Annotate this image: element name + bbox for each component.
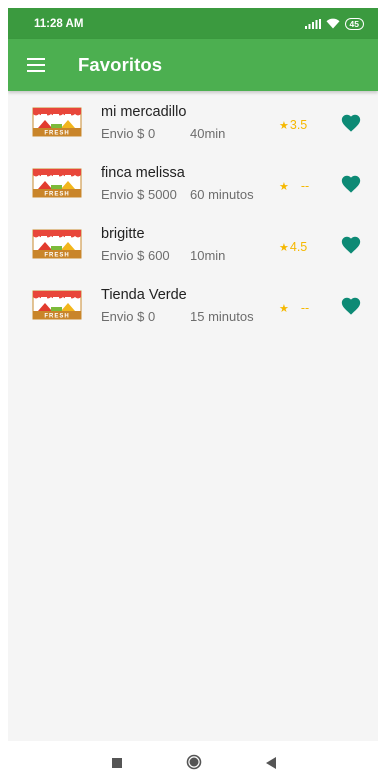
- rating: ★ 3.5: [279, 118, 307, 132]
- rating-value: 3.5: [289, 118, 308, 132]
- delivery-time: 60 minutos: [190, 187, 254, 202]
- list-item[interactable]: FRESH brigitte Envio $ 600 10min ★ 4.5: [8, 218, 378, 279]
- store-meta: Envio $ 5000 60 minutos: [101, 187, 254, 203]
- svg-text:FRESH: FRESH: [44, 131, 69, 137]
- page-title: Favoritos: [78, 54, 163, 75]
- rating: ★ --: [279, 179, 309, 193]
- store-name: Tienda Verde: [101, 287, 187, 303]
- store-meta: Envio $ 600 10min: [101, 248, 225, 264]
- store-info: Tienda Verde Envio $ 0 15 minutos: [101, 286, 254, 325]
- delivery-fee: Envio $ 0: [101, 126, 156, 141]
- delivery-fee: Envio $ 0: [101, 309, 156, 324]
- store-info: mi mercadillo Envio $ 0 40min: [101, 103, 225, 142]
- rating: ★ --: [279, 301, 309, 315]
- svg-text:FRESH: FRESH: [44, 253, 69, 259]
- status-time: 11:28 AM: [34, 17, 84, 30]
- delivery-fee: Envio $ 5000: [101, 187, 177, 202]
- store-logo-icon: FRESH: [32, 168, 82, 198]
- heart-icon[interactable]: [340, 112, 362, 134]
- star-icon: ★: [279, 241, 289, 254]
- favorites-list: FRESH mi mercadillo Envio $ 0 40min ★ 3.5 …: [8, 91, 378, 340]
- menu-button[interactable]: [10, 39, 62, 91]
- delivery-fee: Envio $ 600: [101, 248, 170, 263]
- list-item[interactable]: FRESH mi mercadillo Envio $ 0 40min ★ 3.5: [8, 96, 378, 157]
- status-bar: 11:28 AM 45: [8, 8, 378, 39]
- recents-button[interactable]: [112, 758, 122, 768]
- list-item[interactable]: FRESH Tienda Verde Envio $ 0 15 minutos ★…: [8, 279, 378, 340]
- heart-icon[interactable]: [340, 295, 362, 317]
- list-item[interactable]: FRESH finca melissa Envio $ 5000 60 minut…: [8, 157, 378, 218]
- star-icon: ★: [279, 302, 289, 315]
- store-name: finca melissa: [101, 165, 185, 181]
- rating: ★ 4.5: [279, 240, 307, 254]
- store-logo-icon: FRESH: [32, 290, 82, 320]
- delivery-time: 10min: [190, 248, 226, 263]
- menu-icon: [27, 58, 45, 72]
- store-info: brigitte Envio $ 600 10min: [101, 225, 225, 264]
- battery-icon: 45: [344, 17, 364, 30]
- store-info: finca melissa Envio $ 5000 60 minutos: [101, 164, 254, 203]
- store-name: brigitte: [101, 226, 145, 242]
- home-button[interactable]: [186, 754, 202, 770]
- navigation-bar: [0, 741, 378, 771]
- heart-icon[interactable]: [340, 234, 362, 256]
- phone-screen: 11:28 AM 45 Favoritos FRESH mi mercadill…: [8, 8, 378, 741]
- store-logo-icon: FRESH: [32, 107, 82, 137]
- store-logo-icon: FRESH: [32, 229, 82, 259]
- heart-icon[interactable]: [340, 173, 362, 195]
- app-bar: Favoritos: [8, 39, 378, 91]
- store-name: mi mercadillo: [101, 104, 187, 120]
- rating-value: 4.5: [289, 240, 308, 254]
- star-icon: ★: [279, 119, 289, 132]
- wifi-icon: [326, 18, 340, 29]
- star-icon: ★: [279, 180, 289, 193]
- store-meta: Envio $ 0 40min: [101, 126, 225, 142]
- back-button[interactable]: [265, 756, 277, 770]
- status-icons: 45: [304, 17, 364, 30]
- delivery-time: 15 minutos: [190, 309, 254, 324]
- rating-value: --: [300, 179, 310, 193]
- rating-value: --: [300, 301, 310, 315]
- svg-text:FRESH: FRESH: [44, 314, 69, 320]
- svg-text:FRESH: FRESH: [44, 192, 69, 198]
- delivery-time: 40min: [190, 126, 226, 141]
- signal-icon: [304, 18, 321, 29]
- store-meta: Envio $ 0 15 minutos: [101, 309, 254, 325]
